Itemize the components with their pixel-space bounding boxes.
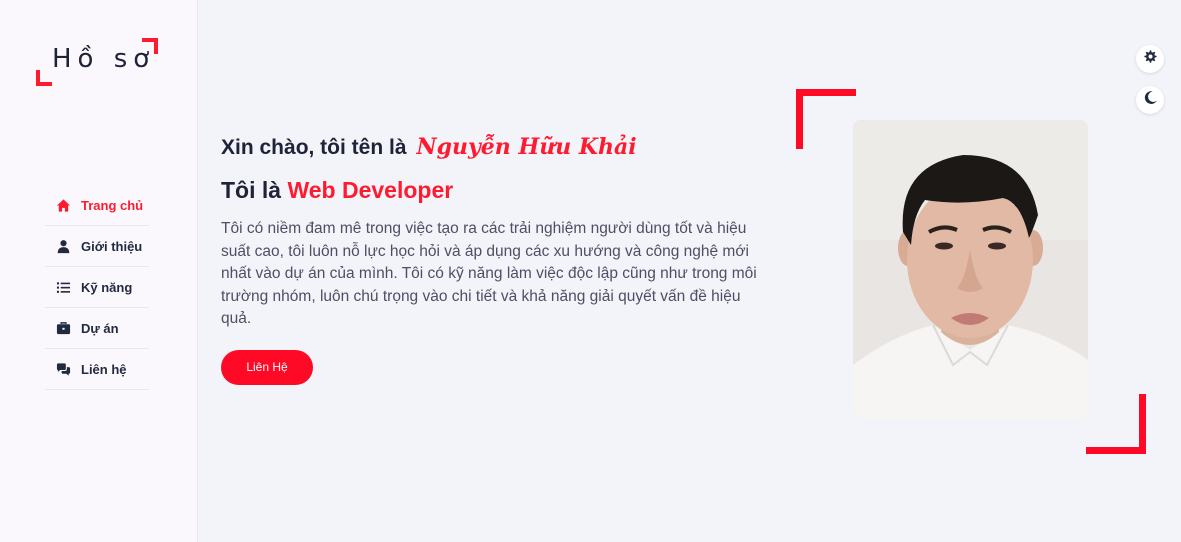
owner-name: Nguyễn Hữu Khải [416, 134, 637, 160]
briefcase-icon [55, 320, 71, 336]
sidebar-item-label: Kỹ năng [81, 279, 133, 295]
sidebar-item-about[interactable]: Giới thiệu [45, 226, 149, 267]
sidebar-item-contact[interactable]: Liên hệ [45, 349, 149, 390]
user-icon [55, 238, 71, 254]
sidebar-item-label: Trang chủ [81, 197, 144, 213]
role-heading: Tôi là Web Developer [221, 177, 781, 204]
sidebar-item-home[interactable]: Trang chủ [45, 185, 149, 226]
sidebar-item-projects[interactable]: Dự án [45, 308, 149, 349]
hero-section: Xin chào, tôi tên là Nguyễn Hữu Khải Tôi… [221, 134, 781, 385]
logo-text: Hồ sơ [52, 44, 156, 74]
chat-icon [55, 361, 71, 377]
role-title: Web Developer [287, 177, 454, 203]
sidebar-item-skills[interactable]: Kỹ năng [45, 267, 149, 308]
photo-frame-corner-top-left [796, 89, 856, 149]
gear-icon [1143, 49, 1158, 69]
role-prefix: Tôi là [221, 177, 282, 203]
moon-icon [1143, 90, 1158, 110]
sidebar-item-label: Liên hệ [81, 361, 127, 377]
settings-button[interactable] [1136, 45, 1164, 73]
theme-toggle-button[interactable] [1136, 86, 1164, 114]
list-icon [55, 279, 71, 295]
sidebar: Hồ sơ Trang chủ Giới thiệu Kỹ năng Dự án [0, 0, 198, 542]
sidebar-item-label: Giới thiệu [81, 238, 143, 254]
contact-button[interactable]: Liên Hệ [221, 349, 313, 385]
photo-frame-corner-bottom-right [1086, 394, 1146, 454]
greeting-text: Xin chào, tôi tên là [221, 136, 407, 159]
greeting-heading: Xin chào, tôi tên là Nguyễn Hữu Khải [221, 134, 781, 160]
logo[interactable]: Hồ sơ [36, 38, 158, 86]
logo-corner-bottom-left [36, 70, 52, 86]
sidebar-nav: Trang chủ Giới thiệu Kỹ năng Dự án Liên … [45, 185, 149, 390]
profile-photo [853, 120, 1088, 419]
hero-description: Tôi có niềm đam mê trong việc tạo ra các… [221, 220, 757, 328]
sidebar-item-label: Dự án [81, 320, 119, 336]
home-icon [55, 197, 71, 213]
